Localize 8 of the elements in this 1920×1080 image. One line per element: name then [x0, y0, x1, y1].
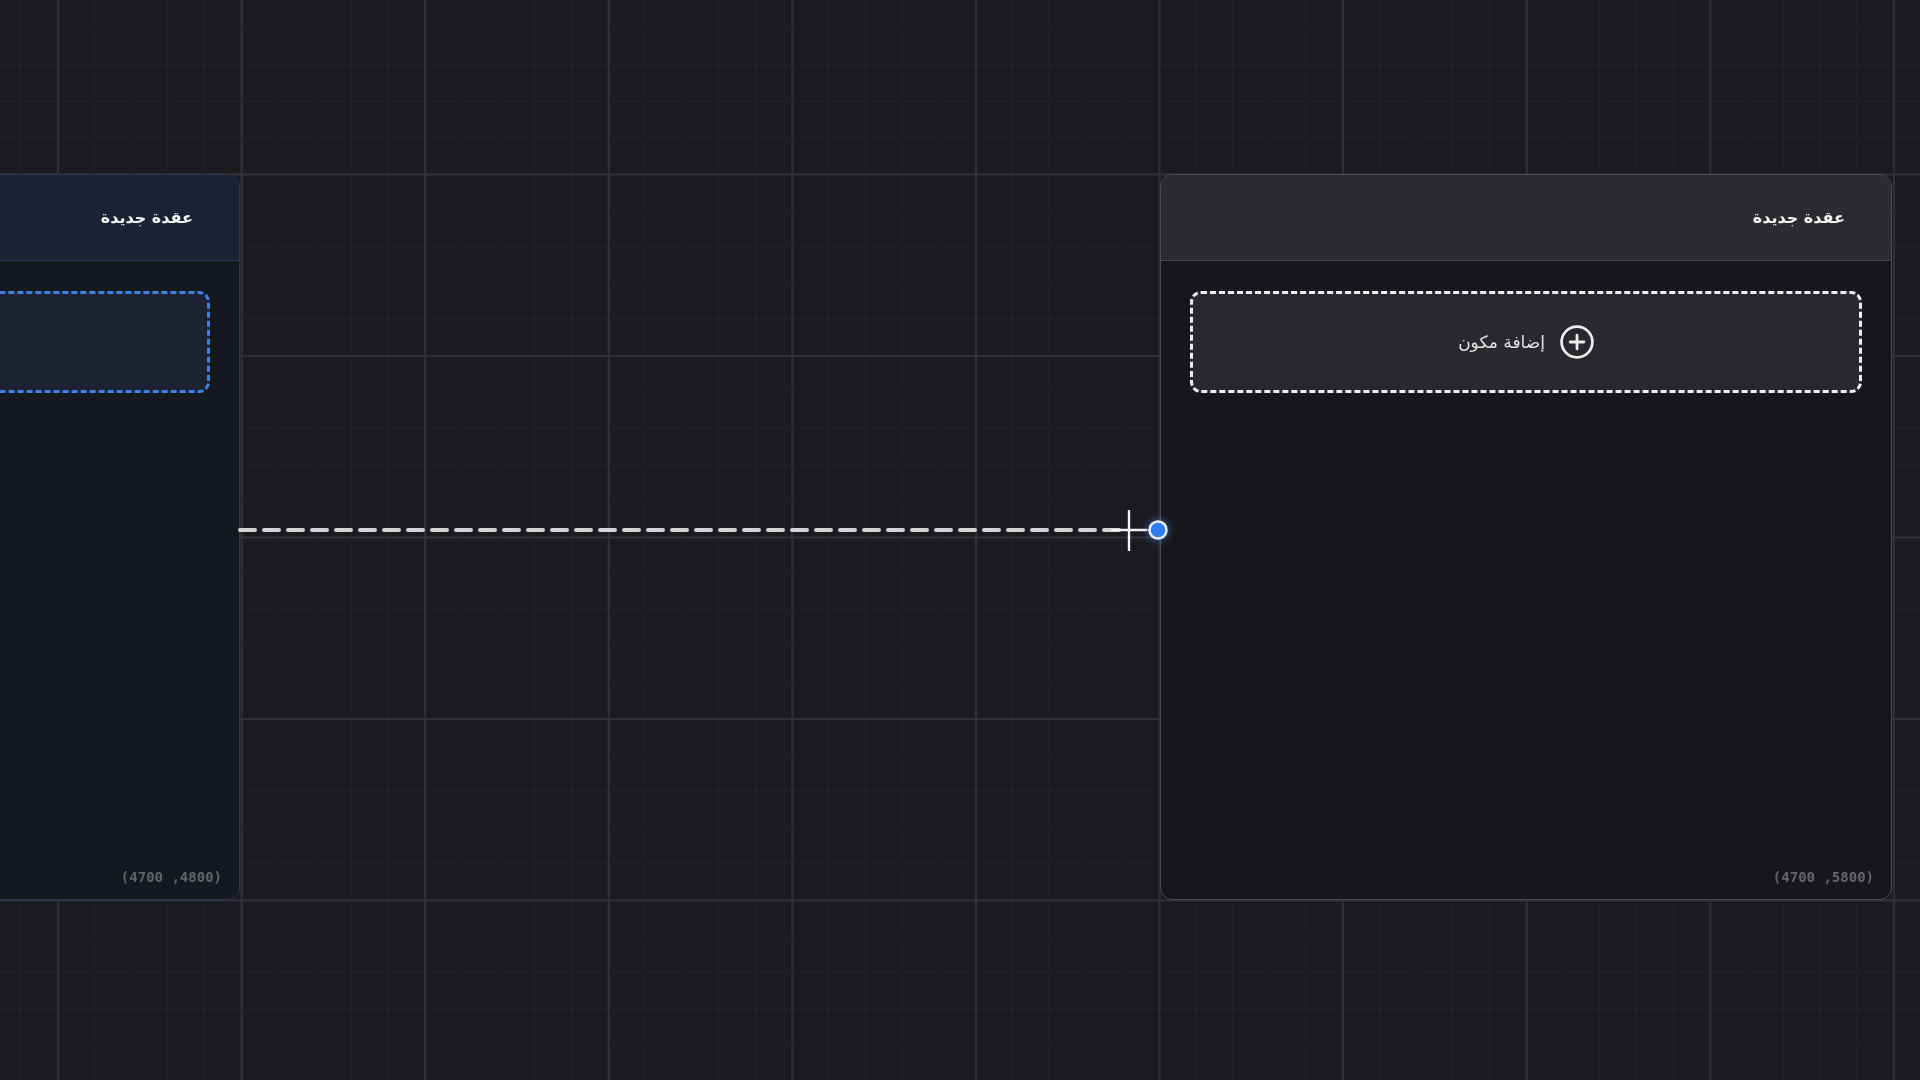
node-coordinates: (4700 ,5800) [1772, 869, 1874, 885]
add-component-button[interactable]: إضافة مكون [1190, 291, 1862, 393]
node-title: عقدة جديدة [100, 208, 193, 227]
node-coordinates: (4700 ,4800) [120, 869, 222, 885]
node-title: عقدة جديدة [1752, 208, 1845, 227]
crosshair-cursor-icon [1109, 508, 1149, 553]
handle-dot-icon[interactable] [1148, 520, 1168, 540]
plus-circle-icon [1559, 325, 1594, 359]
